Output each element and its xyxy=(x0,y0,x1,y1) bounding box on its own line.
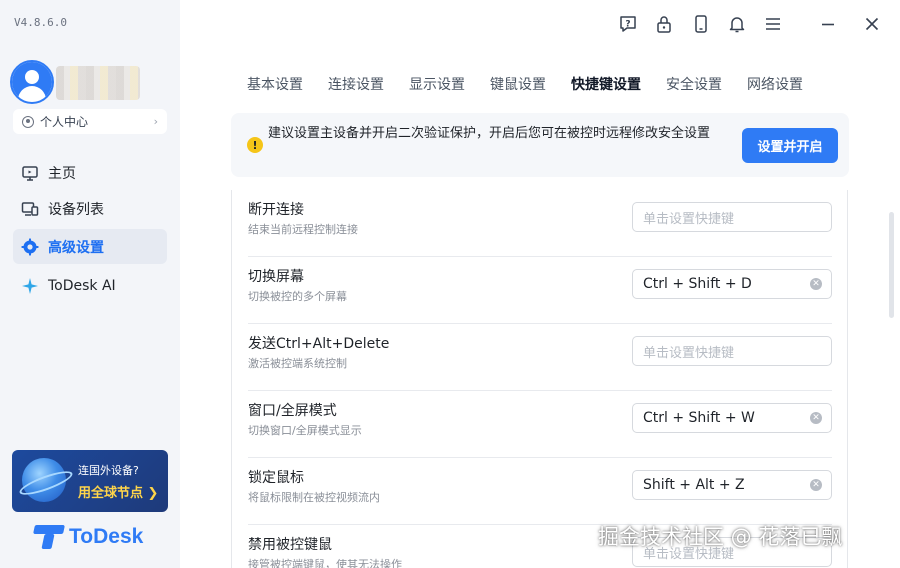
sidebar-item-advanced-settings[interactable]: 高级设置 xyxy=(13,229,167,264)
tab-security[interactable]: 安全设置 xyxy=(666,74,722,94)
settings-tabs: 基本设置 连接设置 显示设置 键鼠设置 快捷键设置 安全设置 网络设置 xyxy=(247,74,828,94)
todesk-logo-icon xyxy=(33,525,65,549)
promo-line1: 连国外设备? xyxy=(78,464,139,477)
shortcut-input[interactable]: Ctrl + Shift + W ✕ xyxy=(632,403,832,433)
clear-icon[interactable]: ✕ xyxy=(810,479,822,491)
tab-display[interactable]: 显示设置 xyxy=(409,74,465,94)
shortcut-title: 发送Ctrl+Alt+Delete xyxy=(248,336,390,352)
help-icon[interactable]: ? xyxy=(617,13,639,35)
devices-icon xyxy=(21,200,39,218)
sidebar-item-label: 主页 xyxy=(48,165,76,182)
svg-text:?: ? xyxy=(625,20,630,30)
minimize-icon[interactable] xyxy=(817,13,839,35)
shortcut-desc: 将鼠标限制在被控视频流内 xyxy=(248,491,380,504)
shortcut-input[interactable]: Shift + Alt + Z ✕ xyxy=(632,470,832,500)
global-node-promo[interactable]: 连国外设备? 用全球节点 ❯ xyxy=(12,450,168,512)
lock-icon[interactable] xyxy=(653,13,675,35)
sidebar-item-label: 设备列表 xyxy=(48,201,104,218)
shortcut-title: 禁用被控键鼠 xyxy=(248,537,332,553)
banner-text: 建议设置主设备并开启二次验证保护，开启后您可在被控时远程修改安全设置 xyxy=(268,126,711,141)
shortcut-input[interactable]: Ctrl + Shift + D ✕ xyxy=(632,269,832,299)
shortcut-desc: 接管被控端键鼠，使其无法操作 xyxy=(248,558,402,568)
shortcut-desc: 结束当前远程控制连接 xyxy=(248,223,358,236)
scrollbar[interactable] xyxy=(889,212,894,318)
gear-icon xyxy=(21,238,39,256)
shortcut-desc: 激活被控端系统控制 xyxy=(248,357,347,370)
close-icon[interactable] xyxy=(861,13,883,35)
tab-network[interactable]: 网络设置 xyxy=(747,74,803,94)
sidebar-item-devices[interactable]: 设备列表 xyxy=(13,191,167,226)
shortcut-title: 断开连接 xyxy=(248,202,304,218)
shortcut-title: 切换屏幕 xyxy=(248,269,304,285)
shortcut-title: 窗口/全屏模式 xyxy=(248,403,337,419)
shortcut-value: Shift + Alt + Z xyxy=(643,477,745,493)
setup-enable-button[interactable]: 设置并开启 xyxy=(742,128,838,163)
sidebar: V4.8.6.0 个人中心 › 主页 设备列表 高级设置 ToDesk AI 连 xyxy=(0,0,180,568)
blurred-username xyxy=(56,66,140,100)
sidebar-item-home[interactable]: 主页 xyxy=(13,155,167,190)
menu-icon[interactable] xyxy=(762,13,784,35)
todesk-logo: ToDesk xyxy=(33,525,144,549)
version-label: V4.8.6.0 xyxy=(14,16,67,29)
shortcut-desc: 切换被控的多个屏幕 xyxy=(248,290,347,303)
warning-icon: ! xyxy=(247,137,263,153)
sidebar-item-label: 高级设置 xyxy=(48,239,104,256)
user-icon xyxy=(22,115,34,128)
monitor-icon xyxy=(21,164,39,182)
shortcut-row-ctrl-alt-delete: 发送Ctrl+Alt+Delete 激活被控端系统控制 单击设置快捷键 xyxy=(248,324,832,391)
sidebar-item-label: ToDesk AI xyxy=(48,277,116,294)
phone-icon[interactable] xyxy=(690,13,712,35)
avatar[interactable] xyxy=(12,62,52,102)
sparkle-icon xyxy=(21,277,39,295)
chevron-right-icon: › xyxy=(153,115,158,128)
tab-basic[interactable]: 基本设置 xyxy=(247,74,303,94)
shortcut-title: 锁定鼠标 xyxy=(248,470,304,486)
bell-icon[interactable] xyxy=(726,13,748,35)
tab-keyboard-mouse[interactable]: 键鼠设置 xyxy=(490,74,546,94)
logo-text: ToDesk xyxy=(69,525,144,548)
shortcut-row-lock-mouse: 锁定鼠标 将鼠标限制在被控视频流内 Shift + Alt + Z ✕ xyxy=(248,458,832,525)
clear-icon[interactable]: ✕ xyxy=(810,278,822,290)
globe-icon xyxy=(22,458,66,502)
clear-icon[interactable]: ✕ xyxy=(810,412,822,424)
watermark: 掘金技术社区 @ 花落已飘 xyxy=(598,525,843,549)
sidebar-item-todesk-ai[interactable]: ToDesk AI xyxy=(13,268,167,303)
shortcut-value: Ctrl + Shift + D xyxy=(643,276,752,292)
shortcut-list: 断开连接 结束当前远程控制连接 单击设置快捷键 切换屏幕 切换被控的多个屏幕 C… xyxy=(231,190,848,568)
security-banner: ! 建议设置主设备并开启二次验证保护，开启后您可在被控时远程修改安全设置 设置并… xyxy=(231,113,849,177)
tab-connection[interactable]: 连接设置 xyxy=(328,74,384,94)
shortcut-row-disconnect: 断开连接 结束当前远程控制连接 单击设置快捷键 xyxy=(248,190,832,257)
tab-shortcuts[interactable]: 快捷键设置 xyxy=(571,74,641,94)
personal-center-button[interactable]: 个人中心 › xyxy=(13,109,167,134)
shortcut-input[interactable]: 单击设置快捷键 xyxy=(632,336,832,366)
shortcut-row-switch-screen: 切换屏幕 切换被控的多个屏幕 Ctrl + Shift + D ✕ xyxy=(248,257,832,324)
shortcut-desc: 切换窗口/全屏模式显示 xyxy=(248,424,362,437)
personal-center-label: 个人中心 xyxy=(40,115,89,129)
shortcut-value: Ctrl + Shift + W xyxy=(643,410,755,426)
shortcut-row-fullscreen: 窗口/全屏模式 切换窗口/全屏模式显示 Ctrl + Shift + W ✕ xyxy=(248,391,832,458)
shortcut-input[interactable]: 单击设置快捷键 xyxy=(632,202,832,232)
promo-line2: 用全球节点 ❯ xyxy=(78,486,159,501)
